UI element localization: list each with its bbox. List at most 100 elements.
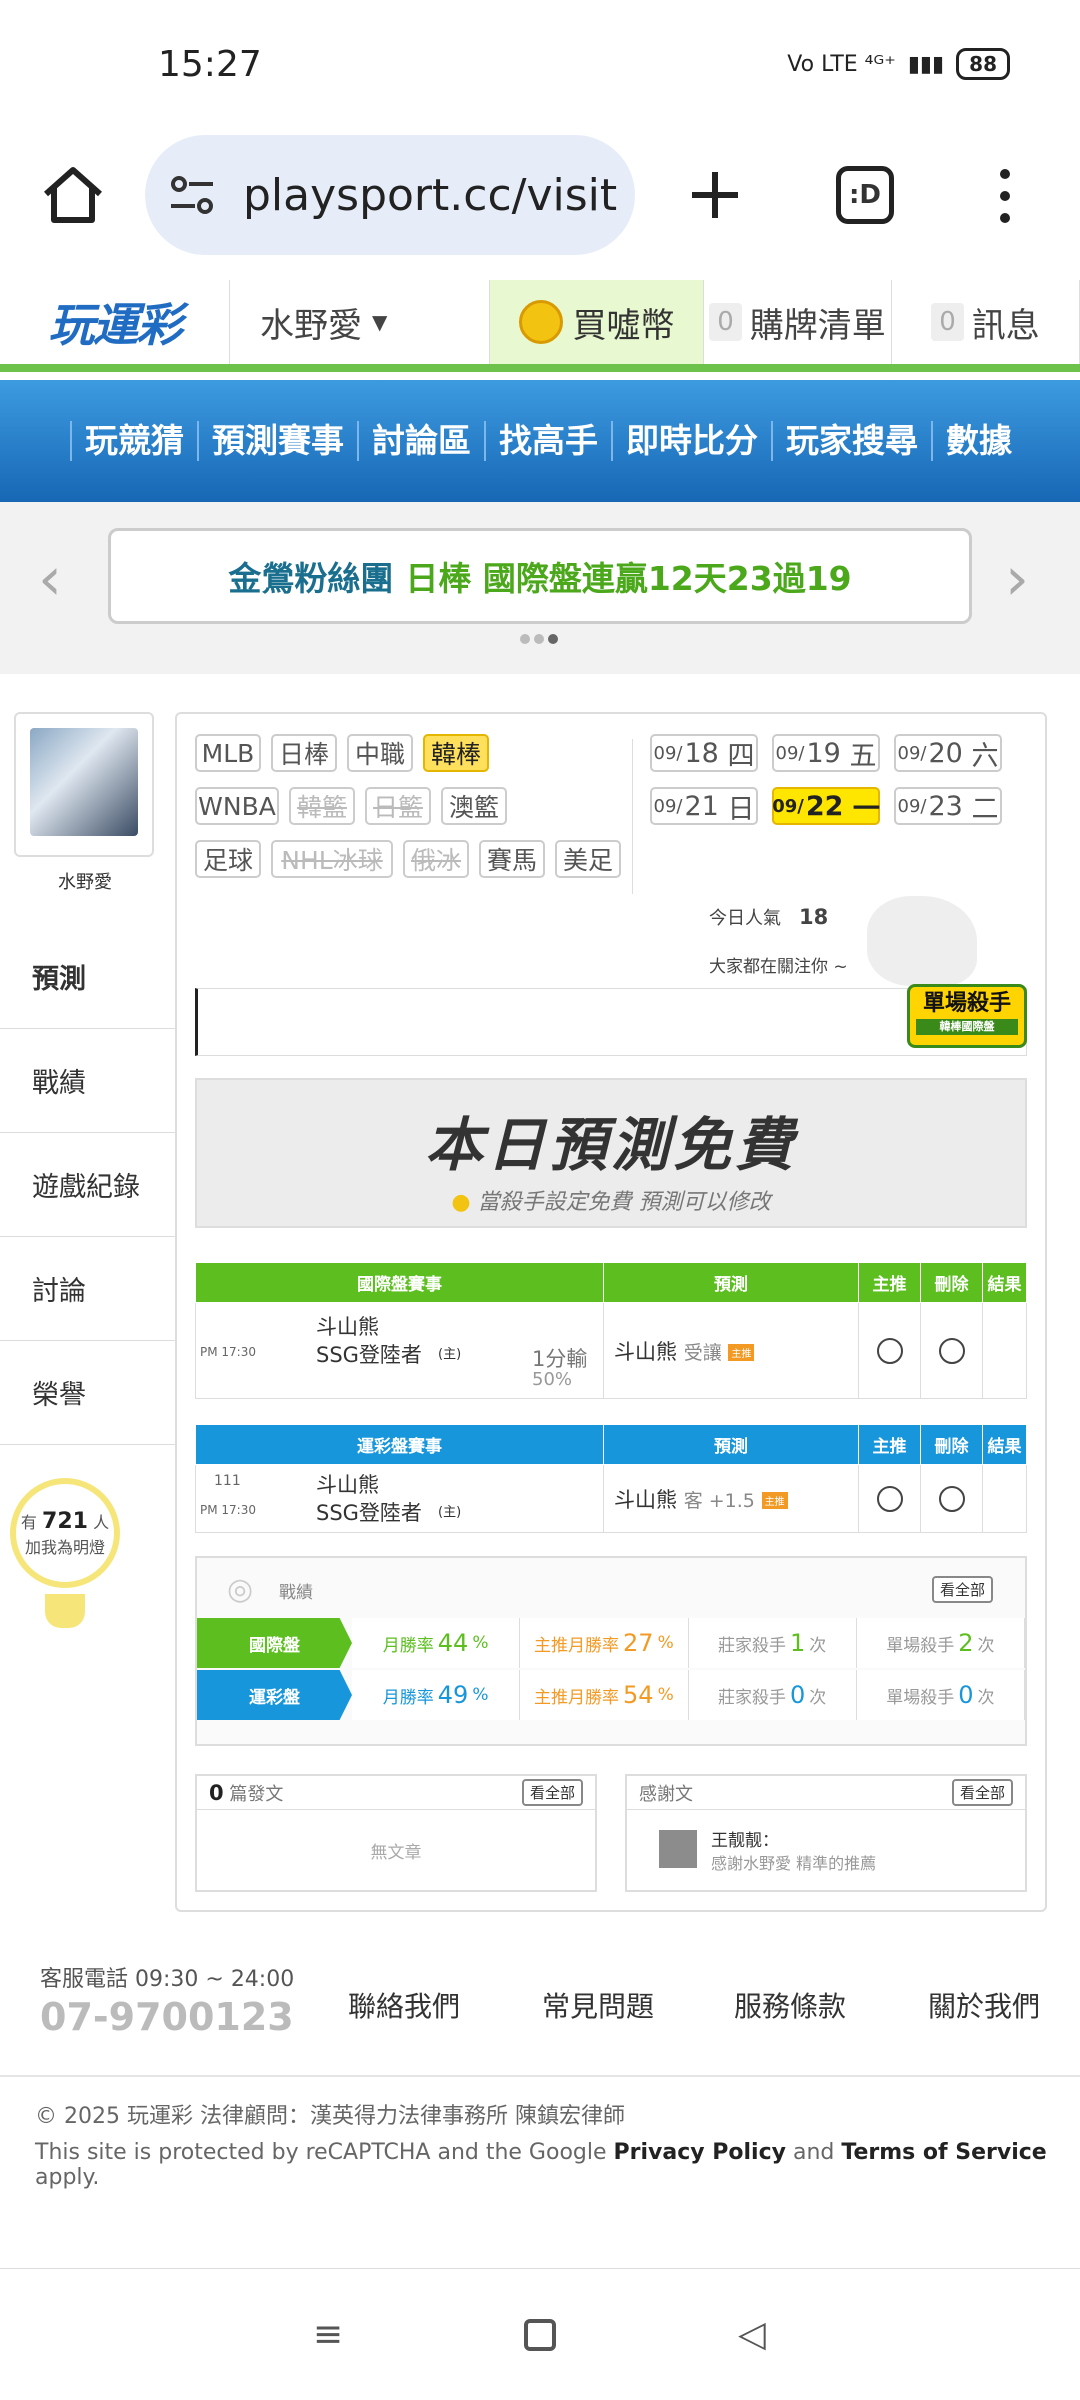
sport-tab-bleague: 日籃 — [365, 787, 431, 825]
main-pick-radio[interactable] — [876, 1337, 903, 1364]
promo-text: 日棒 國際盤連贏12天23過19 — [405, 559, 852, 598]
team-home: SSG登陸者 — [316, 1343, 422, 1367]
menu-item-experts[interactable]: 找高手 — [484, 421, 611, 461]
menu-item-player-search[interactable]: 玩家搜尋 — [771, 421, 931, 461]
home-icon[interactable] — [38, 160, 108, 230]
sport-tab-nfl[interactable]: 美足 — [555, 840, 621, 878]
new-tab-icon[interactable] — [680, 160, 750, 230]
sport-tab-horse[interactable]: 賽馬 — [479, 840, 545, 878]
sport-tab-khl: 俄冰 — [403, 840, 469, 878]
date-0921[interactable]: 09/21 日 — [650, 787, 758, 825]
thanks-text: 感謝水野愛 精準的推薦 — [711, 1854, 877, 1873]
site-header: 玩運彩 水野愛 ▼ 買噓幣 0 購牌清單 0 訊息 — [0, 280, 1080, 372]
more-options-icon[interactable] — [990, 166, 1020, 226]
carousel-prev-icon[interactable]: ‹ — [38, 544, 62, 614]
menu-item-livescore[interactable]: 即時比分 — [611, 421, 771, 461]
single-killer-badge: 單場殺手 韓棒國際盤 — [907, 984, 1027, 1048]
sport-tab-kbo[interactable]: 韓棒 — [423, 734, 489, 772]
lightbulb-icon: ● — [451, 1190, 471, 1215]
cart-count: 0 — [709, 303, 742, 341]
pick-team: 斗山熊 — [614, 1339, 677, 1364]
free-prediction-banner: 本日預測免費 ● 當殺手設定免費 預測可以修改 — [195, 1078, 1027, 1228]
table-row: PM 17:30 斗山熊 SSG登陸者 (主) 1分輸 50% 斗山熊 受讓 主… — [195, 1302, 1027, 1399]
date-0922[interactable]: 09/22 一 — [772, 787, 880, 825]
date-0923[interactable]: 09/23 二 — [894, 787, 1002, 825]
view-all-records-button[interactable]: 看全部 — [932, 1576, 994, 1603]
footer-link-faq[interactable]: 常見問題 — [542, 1985, 654, 2025]
free-title: 本日預測免費 — [424, 1111, 797, 1179]
system-nav-bar: ≡ ◁ — [0, 2268, 1080, 2400]
menu-item-predict[interactable]: 預測賽事 — [197, 421, 357, 461]
user-name: 水野愛 — [260, 305, 362, 346]
delete-radio[interactable] — [938, 1337, 965, 1364]
messages-label: 訊息 — [971, 305, 1040, 346]
carousel-next-icon[interactable]: › — [1005, 544, 1029, 614]
home-nav-icon[interactable] — [519, 2314, 561, 2356]
browser-toolbar: playsport.cc/visit :D — [0, 130, 1080, 280]
sidenav-discuss[interactable]: 討論 — [0, 1237, 175, 1341]
free-subtitle: ● 當殺手設定免費 預測可以修改 — [451, 1190, 771, 1215]
coin-icon — [518, 300, 563, 344]
bulb-icon: 有 721 人 加我為明燈 — [10, 1478, 120, 1588]
terms-link[interactable]: Terms of Service — [841, 2140, 1046, 2165]
status-bar: 15:27 Vo LTE ⁴ᴳ⁺ ▮▮▮ 88 — [0, 0, 1080, 130]
menu-item-forum[interactable]: 討論區 — [357, 421, 484, 461]
thanks-box: 感謝文 看全部 王靓靓： 感謝水野愛 精準的推薦 — [625, 1774, 1027, 1892]
team-away: 斗山熊 — [316, 1315, 379, 1339]
support-phone[interactable]: 07-9700123 — [40, 1995, 294, 2039]
recent-apps-icon[interactable]: ≡ — [307, 2314, 349, 2356]
avatar-frame[interactable] — [14, 712, 154, 857]
signal-icon: ▮▮▮ — [907, 51, 945, 77]
sport-tab-mlb[interactable]: MLB — [195, 734, 261, 772]
site-logo[interactable]: 玩運彩 — [0, 280, 230, 364]
date-0918[interactable]: 09/18 四 — [650, 734, 758, 772]
privacy-link[interactable]: Privacy Policy — [614, 2140, 786, 2165]
profile-name: 水野愛 — [58, 872, 112, 893]
view-all-posts-button[interactable]: 看全部 — [521, 1779, 583, 1806]
address-bar[interactable]: playsport.cc/visit — [145, 135, 635, 255]
copyright: © 2025 玩運彩 法律顧問：漢英得力法律事務所 陳鎮宏律師 — [35, 2104, 625, 2129]
tab-switcher-button[interactable]: :D — [836, 166, 894, 224]
sidenav-game-log[interactable]: 遊戲紀錄 — [0, 1133, 175, 1237]
messages-button[interactable]: 0 訊息 — [892, 280, 1080, 364]
thanks-user[interactable]: 王靓靓： — [711, 1826, 779, 1851]
delete-radio[interactable] — [938, 1485, 965, 1512]
main-pick-radio[interactable] — [876, 1485, 903, 1512]
sport-tab-npb[interactable]: 日棒 — [271, 734, 337, 772]
promo-banner[interactable]: 金鶯粉絲團 日棒 國際盤連贏12天23過19 — [108, 528, 972, 624]
date-0919[interactable]: 09/19 五 — [772, 734, 880, 772]
team-away: 斗山熊 — [316, 1473, 379, 1497]
menu-item-data[interactable]: 數據 — [931, 421, 1025, 461]
site-settings-icon[interactable] — [167, 170, 217, 220]
sport-tab-wnba[interactable]: WNBA — [195, 787, 279, 825]
carousel-dots — [520, 634, 558, 644]
target-icon: ◎ — [227, 1572, 254, 1607]
footer-link-terms[interactable]: 服務條款 — [734, 1985, 846, 2025]
pick-team: 斗山熊 — [614, 1487, 677, 1512]
follow-bulb[interactable]: 有 721 人 加我為明燈 — [10, 1478, 120, 1628]
sport-tab-soccer[interactable]: 足球 — [195, 840, 261, 878]
menu-item-guess[interactable]: 玩競猜 — [70, 421, 197, 461]
lottery-record-row: 運彩盤 月勝率 49% 主推月勝率 54% 莊家殺手 0 次 單場殺手 0 次 — [197, 1670, 1025, 1720]
buy-coin-label: 買噓幣 — [572, 305, 675, 346]
sidenav-record[interactable]: 戰績 — [0, 1029, 175, 1133]
date-0920[interactable]: 09/20 六 — [894, 734, 1002, 772]
buy-coin-button[interactable]: 買噓幣 — [490, 280, 704, 364]
footer-link-about[interactable]: 關於我們 — [928, 1985, 1040, 2025]
main-menu: 玩競猜 預測賽事 討論區 找高手 即時比分 玩家搜尋 數據 — [0, 380, 1080, 502]
sidenav-predict[interactable]: 預測 — [0, 925, 175, 1029]
system-icons: Vo LTE ⁴ᴳ⁺ ▮▮▮ 88 — [787, 48, 1010, 80]
sport-tab-cpbl[interactable]: 中職 — [347, 734, 413, 772]
comment-input[interactable] — [195, 988, 1027, 1056]
cart-label: 購牌清單 — [749, 305, 886, 346]
sidenav-honor[interactable]: 榮譽 — [0, 1341, 175, 1445]
sport-tab-nbl[interactable]: 澳籃 — [441, 787, 507, 825]
team-home: SSG登陸者 — [316, 1501, 422, 1525]
back-icon[interactable]: ◁ — [731, 2314, 773, 2356]
footer-link-contact[interactable]: 聯絡我們 — [348, 1985, 460, 2025]
cart-button[interactable]: 0 購牌清單 — [704, 280, 892, 364]
clock: 15:27 — [158, 44, 262, 85]
view-all-thanks-button[interactable]: 看全部 — [951, 1779, 1013, 1806]
user-menu[interactable]: 水野愛 ▼ — [230, 280, 490, 364]
url-text: playsport.cc/visit — [243, 169, 618, 221]
